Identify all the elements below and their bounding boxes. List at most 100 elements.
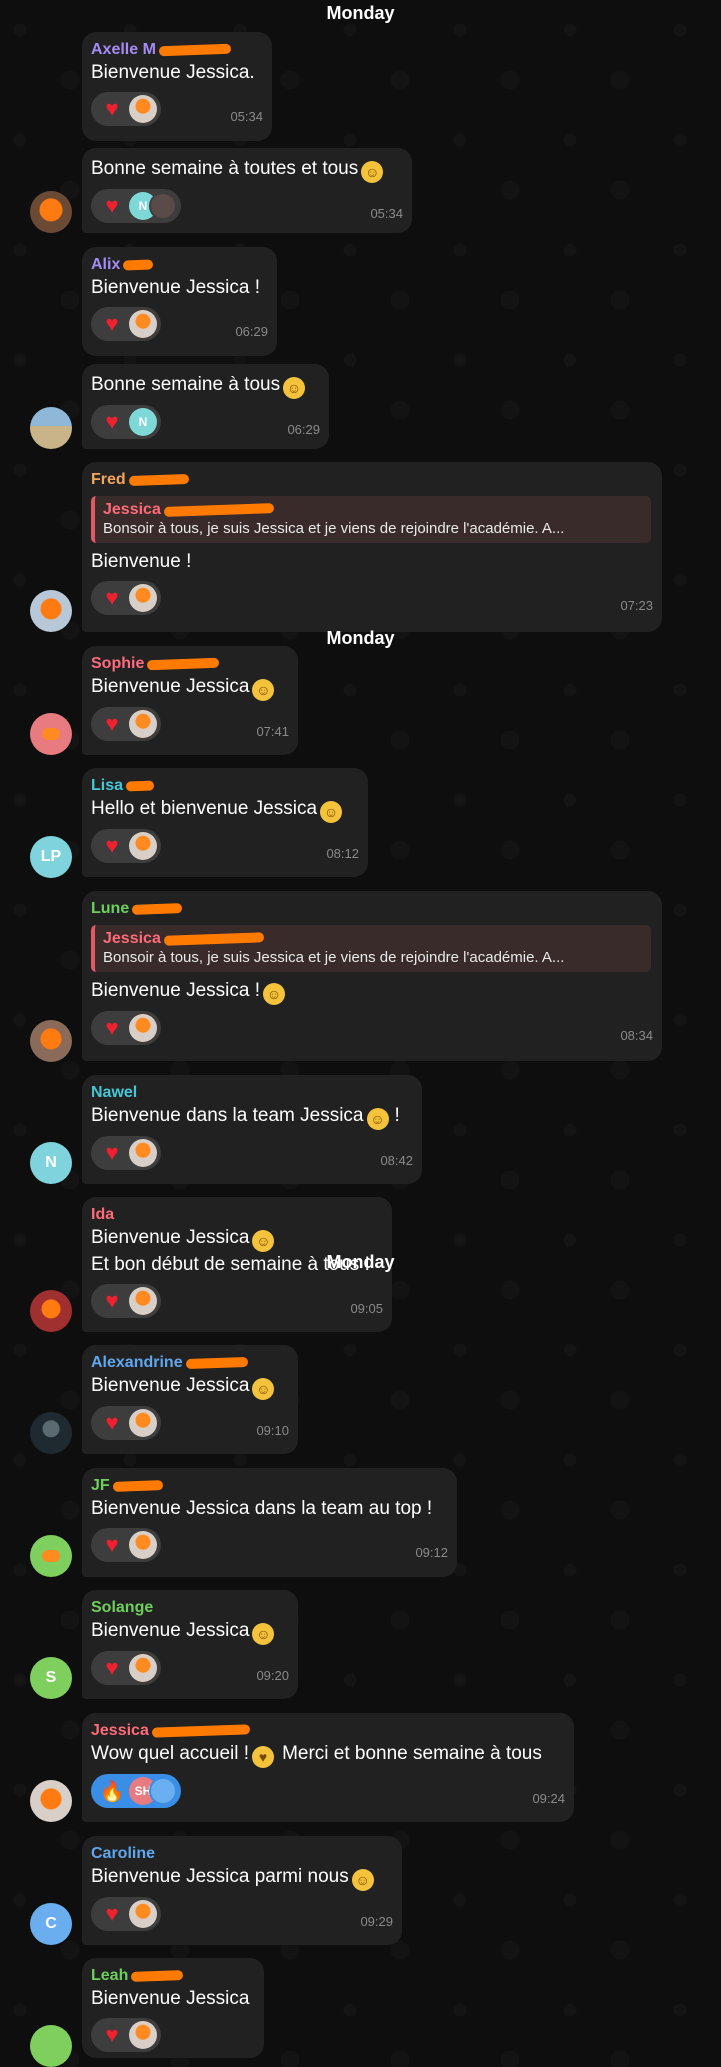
avatar[interactable] <box>30 1535 72 1577</box>
reactions: ♥ 09:29 <box>91 1897 393 1931</box>
reaction-heart[interactable]: ♥ <box>91 1406 161 1440</box>
message-text: Hello et bienvenue Jessica ☺ <box>91 796 359 823</box>
avatar[interactable] <box>30 1412 72 1454</box>
avatar[interactable] <box>30 191 72 233</box>
reactor-avatar <box>129 1139 157 1167</box>
message-bubble[interactable]: Alexandrine Bienvenue Jessica ☺ ♥ 09:10 <box>82 1345 298 1454</box>
sender-name: Alexandrine <box>91 1354 183 1371</box>
message-bubble[interactable]: Sophie Bienvenue Jessica ☺ ♥ 07:41 <box>82 646 298 755</box>
message-text: Bienvenue Jessica ! ☺ <box>91 978 653 1005</box>
reactor-avatar <box>129 1531 157 1559</box>
message-text: Bienvenue Jessica ☺ <box>91 1618 289 1645</box>
reaction-heart[interactable]: ♥ <box>91 1011 161 1045</box>
reactions: ♥ N 05:34 <box>91 189 403 223</box>
day-separator: Monday <box>326 628 395 648</box>
reaction-heart[interactable]: ♥ <box>91 707 161 741</box>
sender-name: JF <box>91 1477 110 1494</box>
message-bubble[interactable]: Caroline Bienvenue Jessica parmi nous ☺ ♥… <box>82 1836 402 1945</box>
heart-icon: ♥ <box>105 1288 119 1313</box>
avatar[interactable]: LP <box>30 836 72 878</box>
avatar-initials: S <box>45 1669 57 1686</box>
reactions: ♥ <box>91 2018 255 2052</box>
reaction-heart[interactable]: ♥ <box>91 1528 161 1562</box>
message-bubble[interactable]: Jessica Wow quel accueil ! ♥ Merci et bonn… <box>82 1713 574 1822</box>
avatar[interactable]: S <box>30 1657 72 1699</box>
smile-emoji-icon: ☺ <box>252 1378 275 1400</box>
message-text: Wow quel accueil ! ♥ Merci et bonne semain… <box>91 1741 565 1768</box>
message-bubble[interactable]: Lune Jessica Bonsoir à tous, je suis Jes… <box>82 891 662 1061</box>
heart-icon: ♥ <box>105 1901 119 1926</box>
reactor-avatar <box>129 710 157 738</box>
reaction-heart[interactable]: ♥ <box>91 1897 161 1931</box>
redaction-mark <box>147 657 220 671</box>
redaction-mark <box>158 43 232 57</box>
message-bubble[interactable]: Alix Bienvenue Jessica ! ♥ 06:29 <box>82 247 277 356</box>
avatar[interactable] <box>30 713 72 755</box>
avatar-initials: LP <box>40 848 62 865</box>
reaction-heart[interactable]: ♥ <box>91 829 161 863</box>
reaction-heart[interactable]: ♥ N <box>91 405 161 439</box>
reactions: ♥ 09:10 <box>91 1406 289 1440</box>
reactions: ♥ 09:05 <box>91 1284 383 1318</box>
avatar-initials: N <box>45 1154 57 1171</box>
smile-emoji-icon: ☺ <box>252 1623 275 1645</box>
redaction-mark <box>185 1356 248 1369</box>
avatar[interactable] <box>30 1020 72 1062</box>
reaction-heart[interactable]: ♥ <box>91 1284 161 1318</box>
reaction-heart[interactable]: ♥ <box>91 581 161 615</box>
message-bubble[interactable]: Axelle M Bienvenue Jessica. ♥ 05:34 <box>82 32 272 141</box>
message-bubble[interactable]: Nawel Bienvenue dans la team Jessica ☺! ♥… <box>82 1075 422 1184</box>
message-time: 08:42 <box>380 1153 413 1168</box>
reactor-avatar <box>129 1409 157 1437</box>
reaction-heart[interactable]: ♥ <box>91 2018 161 2052</box>
heart-icon: ♥ <box>105 585 119 610</box>
grin-emoji-icon: ☺ <box>252 679 275 701</box>
relieved-emoji-icon: ☺ <box>283 377 306 399</box>
heart-icon: ♥ <box>105 1140 119 1165</box>
avatar[interactable]: C <box>30 1903 72 1945</box>
reaction-heart[interactable]: ♥ <box>91 1651 161 1685</box>
message-text: Bienvenue Jessica ☺ <box>91 1373 289 1400</box>
avatar[interactable] <box>30 407 72 449</box>
reactor-avatar <box>129 95 157 123</box>
reactor-avatar: N <box>129 408 157 436</box>
message-bubble[interactable]: Solange Bienvenue Jessica ☺ ♥ 09:20 <box>82 1590 298 1699</box>
message-bubble[interactable]: Lisa Hello et bienvenue Jessica ☺ ♥ 08:12 <box>82 768 368 877</box>
reaction-heart[interactable]: ♥ N <box>91 189 181 223</box>
redaction-mark <box>123 259 154 271</box>
reaction-heart[interactable]: ♥ <box>91 92 161 126</box>
reply-quote[interactable]: Jessica Bonsoir à tous, je suis Jessica … <box>91 496 651 543</box>
reactions: ♥ N 06:29 <box>91 405 320 439</box>
reactor-avatar <box>129 310 157 338</box>
reply-text: Bonsoir à tous, je suis Jessica et je vi… <box>103 949 565 966</box>
message-bubble[interactable]: Bonne semaine à toutes et tous ☺ ♥ N 05:34 <box>82 148 412 233</box>
message-text: Bienvenue Jessica <box>91 1988 250 2009</box>
reaction-fire[interactable]: 🔥 SH <box>91 1774 181 1808</box>
reaction-heart[interactable]: ♥ <box>91 307 161 341</box>
avatar[interactable] <box>30 1780 72 1822</box>
reply-quote[interactable]: Jessica Bonsoir à tous, je suis Jessica … <box>91 925 651 972</box>
avatar[interactable]: N <box>30 1142 72 1184</box>
redaction-mark <box>128 473 189 486</box>
sender-name: Sophie <box>91 655 145 672</box>
message-bubble[interactable]: Leah Bienvenue Jessica ♥ <box>82 1958 264 2058</box>
heart-icon: ♥ <box>105 311 119 336</box>
message-time: 05:34 <box>230 109 263 124</box>
message-bubble[interactable]: JF Bienvenue Jessica dans la team au top… <box>82 1468 457 1577</box>
redaction-mark <box>125 780 155 792</box>
message-text: Bienvenue dans la team Jessica ☺! <box>91 1103 413 1130</box>
smiley-emoji-icon: ☺ <box>320 801 343 823</box>
reaction-heart[interactable]: ♥ <box>91 1136 161 1170</box>
avatar[interactable] <box>30 1290 72 1332</box>
heart-icon: ♥ <box>105 96 119 121</box>
message-bubble[interactable]: Bonne semaine à tous ☺ ♥ N 06:29 <box>82 364 329 449</box>
reply-sender: Jessica <box>103 501 161 518</box>
avatar[interactable] <box>30 2025 72 2067</box>
sender-name: Caroline <box>91 1845 156 1862</box>
message-text: Bienvenue Jessica. <box>91 62 255 83</box>
message-time: 09:29 <box>360 1914 393 1929</box>
message-bubble[interactable]: Fred Jessica Bonsoir à tous, je suis Jes… <box>82 462 662 632</box>
day-separator: Monday <box>326 3 395 23</box>
reactions: ♥ 08:42 <box>91 1136 413 1170</box>
redaction-mark <box>131 1969 184 1982</box>
